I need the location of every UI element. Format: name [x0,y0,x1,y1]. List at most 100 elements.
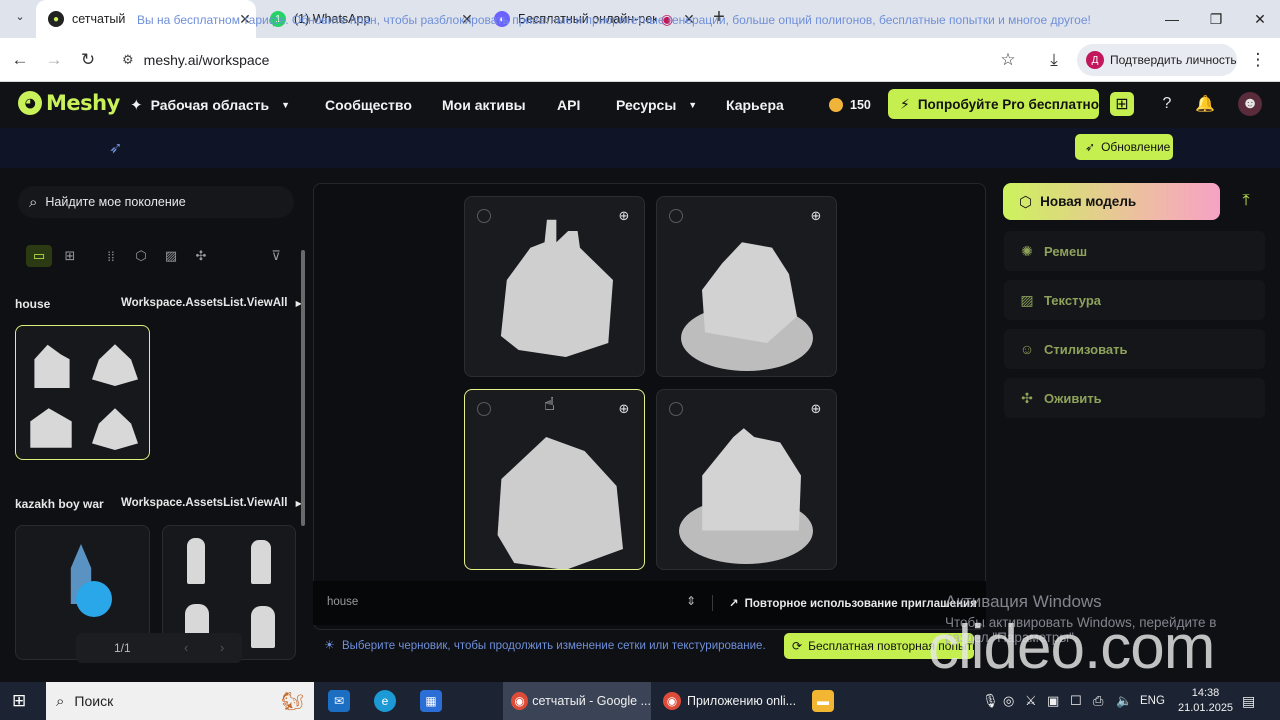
coin-icon [829,98,843,112]
tray-icon-3[interactable]: ▣ [1047,682,1059,720]
taskbar-search[interactable]: ⌕ Поиск 🐿 [46,682,314,720]
language-indicator[interactable]: ENG [1140,682,1165,720]
store-icon: ▦ [420,690,442,712]
meshy-logo[interactable]: ◕ Meshy [18,91,120,115]
generation-panel: ⊕ ⊕ ⊕ ⊕ ☝ [313,183,986,630]
tool-stylize[interactable]: ☺ Стилизовать [1004,329,1265,369]
grid-view-icon[interactable]: ⊞ [57,245,83,267]
back-arrow-icon[interactable]: ← [8,48,32,72]
credits-counter[interactable]: 150 [829,82,871,128]
close-window-icon[interactable]: ✕ [1238,0,1280,38]
tool-animate[interactable]: ✣ Оживить [1004,378,1265,418]
zoom-icon[interactable]: ⊕ [616,401,632,417]
nav-api[interactable]: API [557,82,580,128]
select-radio[interactable] [669,402,683,416]
reuse-prompt-button[interactable]: ↗ Повторное использование приглашения [729,596,977,610]
tray-icon-5[interactable]: ⎙ [1093,682,1103,720]
taskbar-chrome-meshy[interactable]: ◉ сетчатый - Google ... [503,682,651,720]
texture-filter-icon[interactable]: ▨ [158,245,184,267]
tray-icon-4[interactable]: ☐ [1070,682,1082,720]
user-avatar[interactable]: ☻ [1238,92,1262,116]
cube-filter-icon[interactable]: ⬡ [128,245,154,267]
tool-remesh[interactable]: ✺ Ремеш [1004,231,1265,271]
tray-mic-icon[interactable]: 🎙 [982,682,999,720]
house-model-4 [702,428,801,531]
asset-card-house[interactable] [15,325,150,460]
forward-arrow-icon[interactable]: → [42,48,66,72]
folder-view-icon[interactable]: ▭ [26,245,52,267]
dots-grid-icon[interactable]: ⁞⁞ [98,245,124,267]
draft-card-2[interactable]: ⊕ [656,196,837,377]
clock[interactable]: 14:38 21.01.2025 [1178,682,1233,720]
prompt-text[interactable]: house [327,596,358,608]
search-icon: ⌕ [29,193,38,211]
maximize-icon[interactable]: ❐ [1194,0,1238,38]
reload-icon[interactable]: ↻ [76,48,100,72]
volume-icon[interactable]: 🔈 [1116,682,1132,720]
search-icon: ⌕ [56,692,65,710]
nav-resources[interactable]: Ресурсы ▼ [616,82,697,128]
bookmark-star-icon[interactable]: ☆ [996,48,1020,72]
help-icon[interactable]: ? [1155,92,1179,116]
try-pro-button[interactable]: ⚡ Попробуйте Pro бесплатно [888,89,1099,119]
tool-texture[interactable]: ▨ Текстура [1004,280,1265,320]
download-icon[interactable]: ⤓ [1042,48,1066,72]
nav-community[interactable]: Сообщество [325,82,412,128]
zoom-icon[interactable]: ⊕ [616,208,632,224]
mail-app[interactable]: ✉ [328,682,350,720]
notifications-icon[interactable]: ▤ [1242,682,1255,720]
select-radio[interactable] [669,209,683,223]
tray-icon-2[interactable]: ⚔ [1025,682,1037,720]
nav-assets[interactable]: Мои активы [442,82,526,128]
nav-career[interactable]: Карьера [726,82,784,128]
view-all-link-house[interactable]: Workspace.AssetsList.ViewAll ▶ [121,297,302,309]
hand-cursor-icon: ☝ [544,394,555,414]
minimize-icon[interactable]: — [1150,0,1194,38]
upgrade-button[interactable]: ➶ Обновление [1075,134,1173,160]
texture-icon: ▨ [1020,291,1034,308]
taskbar-chrome-app[interactable]: ◉ Приложению onli... [655,682,801,720]
draft-card-4[interactable]: ⊕ [656,389,837,570]
file-explorer-app[interactable]: ▬ [812,682,834,720]
rocket-icon: ➶ [109,140,123,157]
next-page-icon[interactable]: › [220,640,224,655]
prev-page-icon[interactable]: ‹ [184,640,188,655]
sort-arrows-icon[interactable]: ⇕ [686,594,696,608]
lightbulb-icon: ☀ [324,638,335,652]
zoom-icon[interactable]: ⊕ [808,208,824,224]
tray-icon-1[interactable]: ◎ [1003,682,1014,720]
view-all-link-kazakh[interactable]: Workspace.AssetsList.ViewAll ▶ [121,497,302,509]
windows-taskbar: ⊞ ⌕ Поиск 🐿 ✉ e ▦ ◉ сетчатый - Google ..… [0,682,1280,720]
animate-filter-icon[interactable]: ✣ [188,245,214,267]
new-model-button[interactable]: ⬡ Новая модель [1003,183,1220,220]
gift-icon[interactable]: ⊞ [1110,92,1134,116]
tool-label: Текстура [1044,292,1102,308]
clock-date: 21.01.2025 [1178,702,1234,714]
browser-menu-icon[interactable]: ⋮ [1246,48,1270,72]
select-radio[interactable] [477,209,491,223]
store-app[interactable]: ▦ [420,682,442,720]
profile-avatar: Д [1086,51,1104,69]
try-pro-label: Попробуйте Pro бесплатно [917,96,1099,112]
url-field[interactable]: ⚙ meshy.ai/workspace [112,44,1040,76]
draft-card-1[interactable]: ⊕ [464,196,645,377]
sidebar-scrollbar[interactable] [301,250,305,526]
chrome-icon: ◉ [511,692,529,710]
profile-verify-button[interactable]: Д Подтвердить личность [1077,44,1237,76]
upload-icon[interactable]: ⤒ [1236,191,1256,211]
clock-time: 14:38 [1191,687,1220,699]
nav-workspace[interactable]: ✦ Рабочая область ▼ [130,82,290,128]
filter-icon[interactable]: ⊽ [263,245,289,267]
search-input[interactable]: ⌕ Найдите мое поколение [18,186,294,218]
start-button[interactable]: ⊞ [12,682,26,720]
search-highlight-icon: 🐿 [281,690,304,711]
rocket-icon: ➶ [1085,140,1096,154]
tab-search-icon[interactable]: ⌄ [10,10,30,28]
select-radio[interactable] [477,402,491,416]
site-info-icon[interactable]: ⚙ [122,52,134,68]
taskbar-app-label: сетчатый - Google ... [532,694,651,708]
zoom-icon[interactable]: ⊕ [808,401,824,417]
draft-card-3[interactable]: ⊕ [464,389,645,570]
edge-app[interactable]: e [374,682,396,720]
notification-bell-icon[interactable]: 🔔 [1193,92,1217,116]
